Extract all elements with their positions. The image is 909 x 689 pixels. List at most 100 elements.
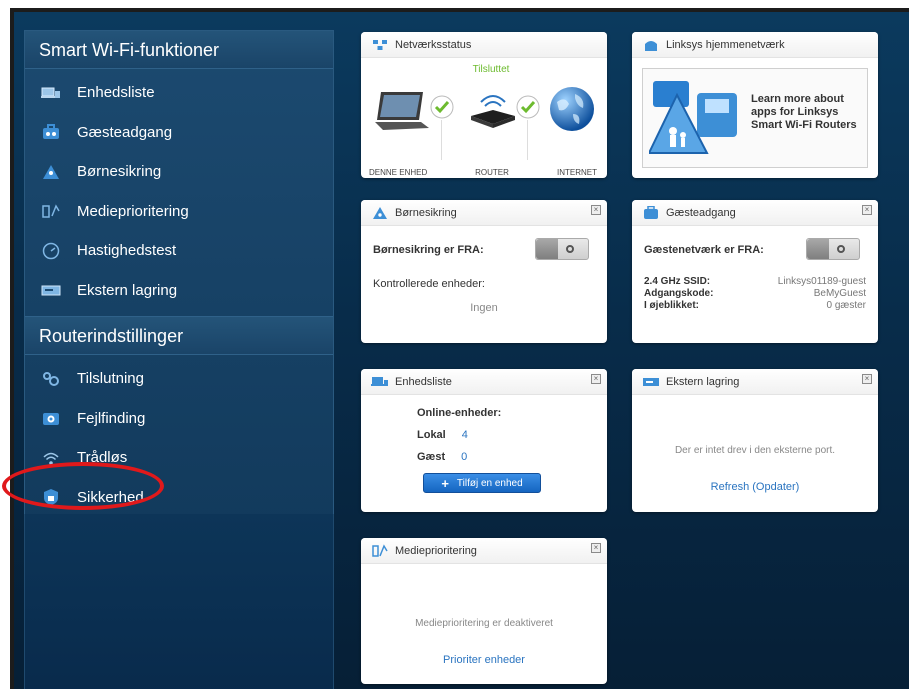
guest-password: BeMyGuest	[813, 288, 866, 299]
router-settings-header: Routerindstillinger	[25, 317, 333, 355]
controlled-devices-value: Ingen	[470, 302, 498, 314]
device-label: DENNE ENHED	[369, 168, 428, 177]
sidebar-item-security[interactable]: Sikkerhed	[25, 478, 333, 518]
home-network-icon	[642, 38, 660, 52]
off-icon	[566, 245, 574, 253]
sidebar-item-speed-test[interactable]: Hastighedstest	[25, 231, 333, 271]
parental-controls-toggle[interactable]	[535, 238, 589, 260]
widget-title: Børnesikring	[395, 206, 457, 219]
sidebar-item-label: Børnesikring	[77, 163, 162, 181]
sidebar-item-wireless[interactable]: Trådløs	[25, 438, 333, 478]
connected-label: Tilsluttet	[472, 64, 510, 75]
refresh-link[interactable]: Refresh (Opdater)	[711, 481, 800, 493]
widget-header: Børnesikring ×	[361, 200, 607, 226]
check-icon	[430, 95, 454, 119]
guest-ssid: Linksys01189-guest	[777, 276, 866, 287]
guest-details: 2.4 GHz SSID: Linksys01189-guest Adgangs…	[644, 276, 866, 311]
local-count-link[interactable]: 4	[462, 429, 468, 441]
sidebar-item-label: Gæsteadgang	[77, 123, 173, 141]
troubleshooting-icon	[41, 409, 61, 427]
guest-count: 0 gæster	[826, 300, 866, 311]
prioritize-devices-link[interactable]: Prioriter enheder	[443, 654, 525, 666]
device-list-icon	[371, 375, 389, 389]
widget-title: Enhedsliste	[395, 375, 452, 388]
guest-row: Gæst 0	[417, 451, 468, 463]
widget-header: Linksys hjemmenetværk	[632, 32, 878, 58]
device-list-widget: Enhedsliste × Online-enheder: Lokal 4 Gæ…	[361, 369, 607, 512]
sidebar: Smart Wi-Fi-funktioner Enhedsliste Gæste…	[24, 30, 334, 532]
check-icon	[516, 95, 540, 119]
widget-title: Netværksstatus	[395, 38, 472, 51]
off-icon	[837, 245, 845, 253]
family-promo-image	[649, 81, 737, 154]
sidebar-item-troubleshooting[interactable]: Fejlfinding	[25, 399, 333, 439]
guest-access-icon	[41, 123, 61, 141]
guest-access-icon	[642, 205, 660, 220]
device-list-icon	[41, 84, 61, 102]
external-storage-widget: Ekstern lagring × Der er intet drev i de…	[632, 369, 878, 512]
sidebar-item-device-list[interactable]: Enhedsliste	[25, 73, 333, 113]
router-icon	[471, 95, 515, 128]
local-row: Lokal 4	[417, 429, 468, 441]
media-prioritization-icon	[371, 543, 389, 558]
sidebar-item-parental-controls[interactable]: Børnesikring	[25, 152, 333, 192]
widget-title: Medieprioritering	[395, 544, 477, 557]
sidebar-item-connectivity[interactable]: Tilslutning	[25, 359, 333, 399]
close-widget-button[interactable]: ×	[591, 205, 601, 215]
plus-icon: +	[441, 475, 449, 491]
gear-icon	[41, 370, 61, 388]
sidebar-item-media-prioritization[interactable]: Medieprioritering	[25, 192, 333, 232]
widget-header: Gæsteadgang ×	[632, 200, 878, 226]
shield-icon	[41, 488, 61, 506]
sidebar-item-label: Fejlfinding	[77, 409, 146, 427]
globe-icon	[550, 87, 594, 131]
media-prioritization-widget: Medieprioritering × Medieprioritering er…	[361, 538, 607, 684]
parental-controls-icon	[41, 163, 61, 181]
network-status-widget: Netværksstatus Tilsluttet DENNE ENHED RO…	[361, 32, 607, 178]
widget-header: Netværksstatus	[361, 32, 607, 58]
sidebar-item-label: Enhedsliste	[77, 84, 155, 102]
online-devices-label: Online-enheder:	[417, 407, 502, 419]
media-prioritization-icon	[41, 202, 61, 220]
widget-title: Linksys hjemmenetværk	[666, 38, 785, 51]
speed-test-icon	[41, 242, 61, 260]
sidebar-item-label: Trådløs	[77, 449, 128, 467]
parental-controls-widget: Børnesikring × Børnesikring er FRA: Kont…	[361, 200, 607, 343]
parental-status: Børnesikring er FRA:	[373, 244, 484, 256]
close-widget-button[interactable]: ×	[591, 543, 601, 553]
sidebar-item-label: Sikkerhed	[77, 488, 144, 506]
sidebar-item-label: Medieprioritering	[77, 202, 189, 220]
close-widget-button[interactable]: ×	[862, 374, 872, 384]
router-label: ROUTER	[475, 168, 509, 177]
parental-controls-icon	[371, 206, 389, 220]
widget-title: Ekstern lagring	[666, 375, 740, 388]
add-device-button[interactable]: + Tilføj en enhed	[423, 473, 541, 493]
close-widget-button[interactable]: ×	[862, 205, 872, 215]
sidebar-item-label: Hastighedstest	[77, 242, 177, 260]
home-network-widget: Linksys hjemmenetværk Learn more about a…	[632, 32, 878, 178]
media-message: Medieprioritering er deaktiveret	[415, 618, 553, 629]
smart-wifi-header: Smart Wi-Fi-funktioner	[25, 31, 333, 69]
storage-message: Der er intet drev i den eksterne port.	[674, 445, 836, 456]
router-settings-group: Tilslutning Fejlfinding Trådløs Sikkerhe…	[25, 355, 333, 531]
linksys-apps-promo[interactable]: Learn more about apps for Linksys Smart …	[642, 68, 868, 168]
close-widget-button[interactable]: ×	[591, 374, 601, 384]
guest-status: Gæstenetværk er FRA:	[644, 244, 764, 256]
guest-count-link[interactable]: 0	[461, 451, 467, 463]
sidebar-item-guest-access[interactable]: Gæsteadgang	[25, 113, 333, 153]
sidebar-item-label: Ekstern lagring	[77, 281, 178, 299]
smart-wifi-group: Enhedsliste Gæsteadgang Børnesikring Med…	[25, 69, 333, 317]
laptop-icon	[375, 92, 429, 130]
widget-header: Medieprioritering ×	[361, 538, 607, 564]
internet-label: INTERNET	[557, 168, 597, 177]
sidebar-item-label: Tilslutning	[77, 370, 144, 388]
external-storage-icon	[642, 375, 660, 389]
widget-header: Enhedsliste ×	[361, 369, 607, 395]
promo-text: Learn more about apps for Linksys Smart …	[751, 93, 857, 131]
guest-network-toggle[interactable]	[806, 238, 860, 260]
sidebar-background	[24, 514, 334, 689]
sidebar-item-external-storage[interactable]: Ekstern lagring	[25, 271, 333, 311]
external-storage-icon	[41, 281, 61, 299]
router-admin-app: Smart Wi-Fi-funktioner Enhedsliste Gæste…	[10, 8, 909, 689]
widget-header: Ekstern lagring ×	[632, 369, 878, 395]
